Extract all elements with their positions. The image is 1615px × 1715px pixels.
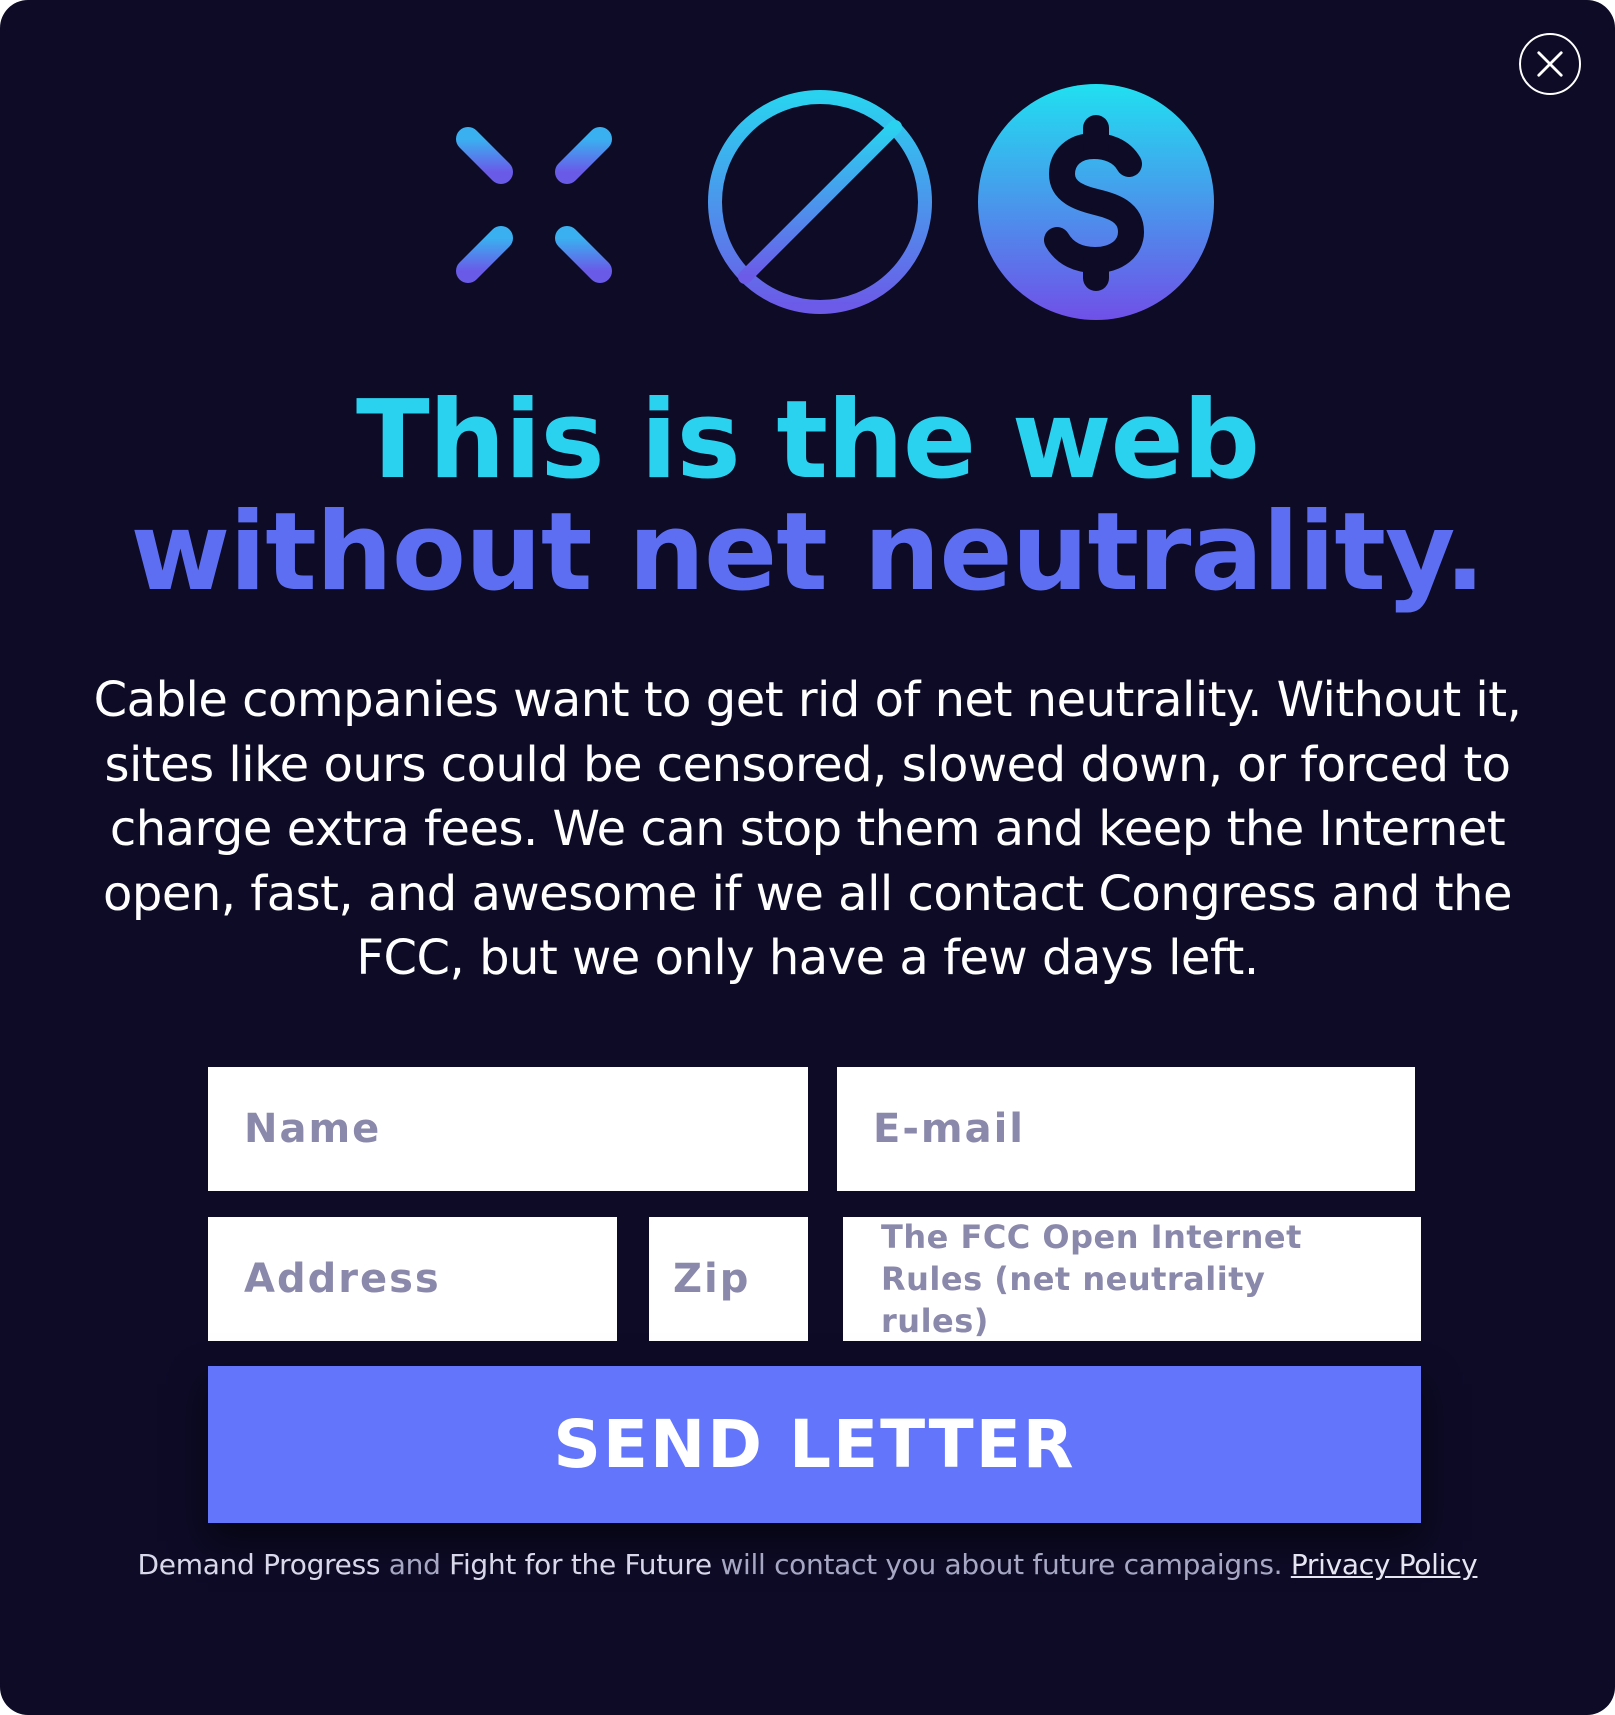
send-letter-button[interactable]: SEND LETTER — [208, 1366, 1421, 1523]
headline: This is the web without net neutrality. — [0, 385, 1615, 609]
name-placeholder: Name — [244, 1106, 382, 1152]
comment-field[interactable]: The FCC Open Internet Rules (net neutral… — [843, 1217, 1421, 1341]
privacy-policy-link[interactable]: Privacy Policy — [1291, 1548, 1478, 1581]
footer-text: will contact you about future campaigns. — [720, 1548, 1283, 1581]
icon-row — [0, 80, 1615, 330]
loading-spinner-icon — [409, 80, 659, 330]
footer-org-fight-for-the-future: Fight for the Future — [449, 1548, 712, 1581]
blocked-icon — [695, 80, 945, 330]
email-input[interactable]: E-mail — [837, 1067, 1415, 1191]
footer-org-demand-progress: Demand Progress — [137, 1548, 381, 1581]
address-input[interactable]: Address — [208, 1217, 617, 1341]
headline-line-1: This is the web — [355, 378, 1260, 503]
comment-text: The FCC Open Internet Rules (net neutral… — [881, 1218, 1302, 1340]
footer-and: and — [388, 1548, 441, 1581]
footer-disclaimer: Demand Progress and Fight for the Future… — [0, 1548, 1615, 1581]
address-placeholder: Address — [244, 1256, 441, 1302]
zip-placeholder: Zip — [673, 1256, 751, 1302]
headline-line-2: without net neutrality. — [130, 490, 1486, 615]
dollar-coin-icon — [971, 80, 1221, 330]
email-placeholder: E-mail — [873, 1106, 1026, 1152]
name-input[interactable]: Name — [208, 1067, 808, 1191]
modal: This is the web without net neutrality. … — [0, 0, 1615, 1715]
body-text: Cable companies want to get rid of net n… — [93, 672, 1522, 986]
zip-input[interactable]: Zip — [649, 1217, 808, 1341]
